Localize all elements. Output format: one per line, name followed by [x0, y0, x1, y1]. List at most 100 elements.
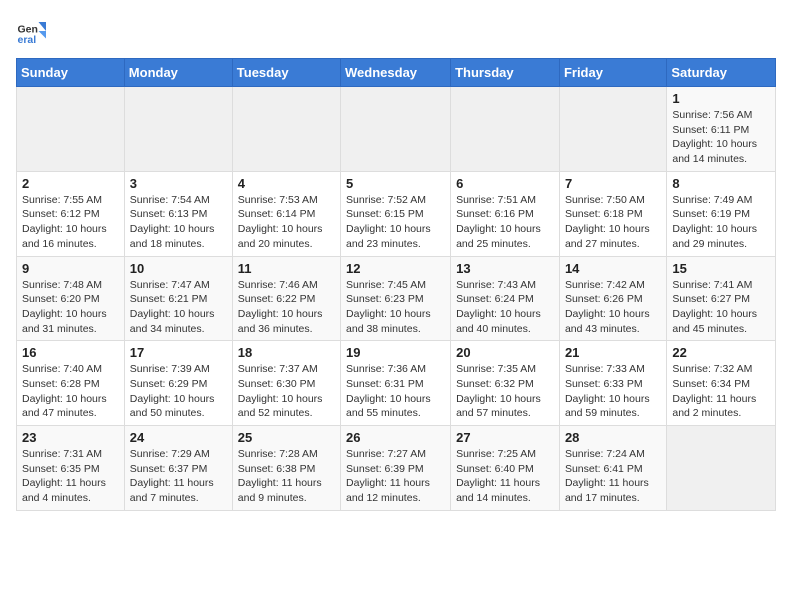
calendar-cell: 16 Sunrise: 7:40 AM Sunset: 6:28 PM Dayli…: [17, 341, 125, 426]
calendar-week-row: 2Sunrise: 7:55 AM Sunset: 6:12 PM Daylig…: [17, 171, 776, 256]
calendar-week-row: 23 Sunrise: 7:31 AM Sunset: 6:35 PM Dayli…: [17, 426, 776, 511]
calendar-cell: [341, 87, 451, 172]
day-number: 28: [565, 430, 661, 445]
logo: Gen eral: [16, 16, 50, 46]
day-number: 4: [238, 176, 335, 191]
day-info: Sunrise: 7:48 AM Sunset: 6:20 PM Dayligh…: [22, 278, 119, 337]
calendar-cell: 9 Sunrise: 7:48 AM Sunset: 6:20 PM Daylig…: [17, 256, 125, 341]
day-number: 7: [565, 176, 661, 191]
page-header: Gen eral: [16, 16, 776, 46]
day-info: Sunrise: 7:36 AM Sunset: 6:31 PM Dayligh…: [346, 362, 445, 421]
day-number: 17: [130, 345, 227, 360]
calendar-cell: 2Sunrise: 7:55 AM Sunset: 6:12 PM Daylig…: [17, 171, 125, 256]
weekday-header-friday: Friday: [559, 59, 666, 87]
day-info: Sunrise: 7:47 AM Sunset: 6:21 PM Dayligh…: [130, 278, 227, 337]
calendar-cell: 27 Sunrise: 7:25 AM Sunset: 6:40 PM Dayli…: [451, 426, 560, 511]
calendar-cell: 24 Sunrise: 7:29 AM Sunset: 6:37 PM Dayli…: [124, 426, 232, 511]
calendar-table: SundayMondayTuesdayWednesdayThursdayFrid…: [16, 58, 776, 511]
calendar-cell: 17 Sunrise: 7:39 AM Sunset: 6:29 PM Dayli…: [124, 341, 232, 426]
day-info: Sunrise: 7:40 AM Sunset: 6:28 PM Dayligh…: [22, 362, 119, 421]
day-number: 23: [22, 430, 119, 445]
calendar-cell: [667, 426, 776, 511]
day-info: Sunrise: 7:31 AM Sunset: 6:35 PM Dayligh…: [22, 447, 119, 506]
day-info: Sunrise: 7:49 AM Sunset: 6:19 PM Dayligh…: [672, 193, 770, 252]
day-info: Sunrise: 7:43 AM Sunset: 6:24 PM Dayligh…: [456, 278, 554, 337]
calendar-cell: 4 Sunrise: 7:53 AM Sunset: 6:14 PM Daylig…: [232, 171, 340, 256]
weekday-header-sunday: Sunday: [17, 59, 125, 87]
day-number: 12: [346, 261, 445, 276]
day-info: Sunrise: 7:32 AM Sunset: 6:34 PM Dayligh…: [672, 362, 770, 421]
day-info: Sunrise: 7:56 AM Sunset: 6:11 PM Dayligh…: [672, 108, 770, 167]
day-number: 1: [672, 91, 770, 106]
day-info: Sunrise: 7:33 AM Sunset: 6:33 PM Dayligh…: [565, 362, 661, 421]
weekday-header-thursday: Thursday: [451, 59, 560, 87]
day-number: 8: [672, 176, 770, 191]
day-number: 5: [346, 176, 445, 191]
calendar-cell: 1 Sunrise: 7:56 AM Sunset: 6:11 PM Daylig…: [667, 87, 776, 172]
calendar-cell: 28 Sunrise: 7:24 AM Sunset: 6:41 PM Dayli…: [559, 426, 666, 511]
day-info: Sunrise: 7:35 AM Sunset: 6:32 PM Dayligh…: [456, 362, 554, 421]
calendar-cell: 19Sunrise: 7:36 AM Sunset: 6:31 PM Dayli…: [341, 341, 451, 426]
calendar-cell: 6 Sunrise: 7:51 AM Sunset: 6:16 PM Daylig…: [451, 171, 560, 256]
calendar-cell: [559, 87, 666, 172]
calendar-header-row: SundayMondayTuesdayWednesdayThursdayFrid…: [17, 59, 776, 87]
day-info: Sunrise: 7:29 AM Sunset: 6:37 PM Dayligh…: [130, 447, 227, 506]
day-number: 20: [456, 345, 554, 360]
day-number: 11: [238, 261, 335, 276]
weekday-header-wednesday: Wednesday: [341, 59, 451, 87]
calendar-cell: 8 Sunrise: 7:49 AM Sunset: 6:19 PM Daylig…: [667, 171, 776, 256]
calendar-cell: 3Sunrise: 7:54 AM Sunset: 6:13 PM Daylig…: [124, 171, 232, 256]
day-number: 6: [456, 176, 554, 191]
day-number: 10: [130, 261, 227, 276]
calendar-cell: 14 Sunrise: 7:42 AM Sunset: 6:26 PM Dayli…: [559, 256, 666, 341]
calendar-cell: 5 Sunrise: 7:52 AM Sunset: 6:15 PM Daylig…: [341, 171, 451, 256]
weekday-header-monday: Monday: [124, 59, 232, 87]
calendar-cell: 13 Sunrise: 7:43 AM Sunset: 6:24 PM Dayli…: [451, 256, 560, 341]
calendar-week-row: 9 Sunrise: 7:48 AM Sunset: 6:20 PM Daylig…: [17, 256, 776, 341]
calendar-cell: 12 Sunrise: 7:45 AM Sunset: 6:23 PM Dayli…: [341, 256, 451, 341]
calendar-cell: 7 Sunrise: 7:50 AM Sunset: 6:18 PM Daylig…: [559, 171, 666, 256]
day-info: Sunrise: 7:28 AM Sunset: 6:38 PM Dayligh…: [238, 447, 335, 506]
day-info: Sunrise: 7:42 AM Sunset: 6:26 PM Dayligh…: [565, 278, 661, 337]
day-info: Sunrise: 7:41 AM Sunset: 6:27 PM Dayligh…: [672, 278, 770, 337]
day-number: 13: [456, 261, 554, 276]
day-number: 2: [22, 176, 119, 191]
calendar-cell: 23 Sunrise: 7:31 AM Sunset: 6:35 PM Dayli…: [17, 426, 125, 511]
day-info: Sunrise: 7:24 AM Sunset: 6:41 PM Dayligh…: [565, 447, 661, 506]
day-info: Sunrise: 7:50 AM Sunset: 6:18 PM Dayligh…: [565, 193, 661, 252]
day-info: Sunrise: 7:39 AM Sunset: 6:29 PM Dayligh…: [130, 362, 227, 421]
calendar-cell: 10 Sunrise: 7:47 AM Sunset: 6:21 PM Dayli…: [124, 256, 232, 341]
day-info: Sunrise: 7:54 AM Sunset: 6:13 PM Dayligh…: [130, 193, 227, 252]
day-number: 9: [22, 261, 119, 276]
calendar-cell: [232, 87, 340, 172]
day-number: 15: [672, 261, 770, 276]
day-info: Sunrise: 7:52 AM Sunset: 6:15 PM Dayligh…: [346, 193, 445, 252]
calendar-cell: 11Sunrise: 7:46 AM Sunset: 6:22 PM Dayli…: [232, 256, 340, 341]
day-number: 24: [130, 430, 227, 445]
calendar-cell: 26Sunrise: 7:27 AM Sunset: 6:39 PM Dayli…: [341, 426, 451, 511]
day-info: Sunrise: 7:25 AM Sunset: 6:40 PM Dayligh…: [456, 447, 554, 506]
day-info: Sunrise: 7:53 AM Sunset: 6:14 PM Dayligh…: [238, 193, 335, 252]
day-number: 27: [456, 430, 554, 445]
day-number: 16: [22, 345, 119, 360]
calendar-cell: 22 Sunrise: 7:32 AM Sunset: 6:34 PM Dayli…: [667, 341, 776, 426]
calendar-cell: 15 Sunrise: 7:41 AM Sunset: 6:27 PM Dayli…: [667, 256, 776, 341]
day-info: Sunrise: 7:45 AM Sunset: 6:23 PM Dayligh…: [346, 278, 445, 337]
logo-icon: Gen eral: [16, 16, 46, 46]
calendar-week-row: 16 Sunrise: 7:40 AM Sunset: 6:28 PM Dayli…: [17, 341, 776, 426]
day-number: 22: [672, 345, 770, 360]
calendar-cell: [451, 87, 560, 172]
day-number: 14: [565, 261, 661, 276]
calendar-cell: 18Sunrise: 7:37 AM Sunset: 6:30 PM Dayli…: [232, 341, 340, 426]
calendar-cell: 21Sunrise: 7:33 AM Sunset: 6:33 PM Dayli…: [559, 341, 666, 426]
weekday-header-tuesday: Tuesday: [232, 59, 340, 87]
calendar-cell: 20 Sunrise: 7:35 AM Sunset: 6:32 PM Dayli…: [451, 341, 560, 426]
day-number: 26: [346, 430, 445, 445]
day-info: Sunrise: 7:51 AM Sunset: 6:16 PM Dayligh…: [456, 193, 554, 252]
calendar-week-row: 1 Sunrise: 7:56 AM Sunset: 6:11 PM Daylig…: [17, 87, 776, 172]
calendar-cell: [17, 87, 125, 172]
day-info: Sunrise: 7:37 AM Sunset: 6:30 PM Dayligh…: [238, 362, 335, 421]
calendar-cell: [124, 87, 232, 172]
calendar-cell: 25 Sunrise: 7:28 AM Sunset: 6:38 PM Dayli…: [232, 426, 340, 511]
day-number: 25: [238, 430, 335, 445]
